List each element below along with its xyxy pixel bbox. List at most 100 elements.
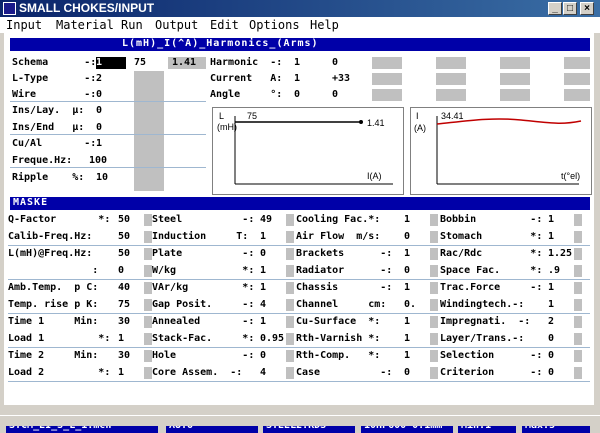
param-value-col-a[interactable]: 75 — [118, 299, 130, 311]
angle-value-1[interactable]: 0 — [294, 89, 300, 101]
divider — [8, 279, 590, 280]
title-bar[interactable]: SMALL CHOKES/INPUT _ □ × — [0, 0, 600, 17]
param-value-col-a[interactable]: 0 — [118, 265, 124, 277]
param-shade — [430, 282, 438, 294]
current-cell-3[interactable] — [372, 73, 402, 85]
taskbar — [0, 415, 600, 426]
param-value-col-d[interactable]: 0 — [548, 350, 554, 362]
param-shade — [286, 248, 294, 260]
param-value-col-b[interactable]: 1 — [260, 231, 266, 243]
app-window: SMALL CHOKES/INPUT _ □ × Input Material … — [0, 0, 600, 433]
frequency-value[interactable]: 100 — [89, 155, 107, 167]
param-value-col-a[interactable]: 30 — [118, 316, 130, 328]
param-value-col-c[interactable]: 0 — [404, 265, 410, 277]
param-value-col-d[interactable]: 1 — [548, 299, 554, 311]
ins-end-value[interactable]: 0 — [96, 122, 102, 134]
menu-run[interactable]: Run — [121, 18, 143, 32]
menu-material[interactable]: Material — [56, 18, 114, 32]
param-value-col-c[interactable]: 1 — [404, 214, 410, 226]
menu-edit[interactable]: Edit — [210, 18, 239, 32]
param-shade — [430, 248, 438, 260]
maximize-button[interactable]: □ — [563, 2, 577, 15]
param-value-col-a[interactable]: 30 — [118, 350, 130, 362]
schema-label: Schema -: — [12, 57, 97, 68]
wire-value[interactable]: 0 — [96, 89, 102, 101]
param-value-col-b[interactable]: 49 — [260, 214, 272, 226]
param-label-col-c: Rth-Comp. *: — [296, 350, 381, 361]
param-value-col-c[interactable]: 1 — [404, 282, 410, 294]
schema-field[interactable]: 1 — [96, 57, 126, 69]
param-value-col-b[interactable]: 1 — [260, 282, 266, 294]
current-value-1[interactable]: 1 — [294, 73, 300, 85]
schema-l-value[interactable]: 75 — [134, 57, 146, 69]
current-value-2[interactable]: +33 — [332, 73, 350, 85]
angle-value-2[interactable]: 0 — [332, 89, 338, 101]
angle-cell-6[interactable] — [564, 89, 590, 101]
param-value-col-d[interactable]: 2 — [548, 316, 554, 328]
param-value-col-d[interactable]: 1 — [548, 282, 554, 294]
param-value-col-b[interactable]: 4 — [260, 367, 266, 379]
param-value-col-b[interactable]: 1 — [260, 316, 266, 328]
param-value-col-c[interactable]: 1 — [404, 333, 410, 345]
harmonic-value-1[interactable]: 1 — [294, 57, 300, 69]
current-cell-5[interactable] — [500, 73, 530, 85]
param-value-col-c[interactable]: 1 — [404, 350, 410, 362]
close-button[interactable]: × — [580, 2, 594, 15]
menu-input[interactable]: Input — [6, 18, 42, 32]
param-value-col-d[interactable]: .9 — [548, 265, 560, 277]
param-value-col-b[interactable]: 1 — [260, 265, 266, 277]
harmonic-cell-6[interactable] — [564, 57, 590, 69]
maske-band: MASKE — [10, 197, 590, 210]
param-label-col-b: Core Assem. -: — [152, 367, 243, 378]
param-value-col-a[interactable]: 1 — [118, 333, 124, 345]
schema-value: 1 — [96, 57, 103, 68]
cu-al-value[interactable]: 1 — [96, 138, 102, 150]
param-value-col-d[interactable]: 0 — [548, 367, 554, 379]
harmonic-cell-5[interactable] — [500, 57, 530, 69]
angle-label: Angle °: — [210, 89, 283, 100]
param-value-col-a[interactable]: 50 — [118, 231, 130, 243]
harmonic-cell-4[interactable] — [436, 57, 466, 69]
harmonic-value-2[interactable]: 0 — [332, 57, 338, 69]
param-shade — [286, 316, 294, 328]
i-x-axis-label: t(°el) — [561, 171, 581, 181]
param-value-col-c[interactable]: 1 — [404, 248, 410, 260]
param-value-col-a[interactable]: 1 — [118, 367, 124, 379]
param-value-col-d[interactable]: 0 — [548, 333, 554, 345]
param-value-col-b[interactable]: 4 — [260, 299, 266, 311]
param-value-col-a[interactable]: 50 — [118, 214, 130, 226]
menu-options[interactable]: Options — [249, 18, 300, 32]
angle-cell-3[interactable] — [372, 89, 402, 101]
angle-cell-5[interactable] — [500, 89, 530, 101]
param-shade — [144, 333, 152, 345]
param-value-col-d[interactable]: 1 — [548, 231, 554, 243]
schema-i-field[interactable]: 1.41 — [168, 57, 206, 69]
ins-lay-value[interactable]: 0 — [96, 105, 102, 117]
harmonic-cell-3[interactable] — [372, 57, 402, 69]
param-value-col-a[interactable]: 50 — [118, 248, 130, 260]
param-value-col-d[interactable]: 1 — [548, 214, 554, 226]
maske-title: MASKE — [13, 197, 49, 208]
angle-cell-4[interactable] — [436, 89, 466, 101]
param-value-col-b[interactable]: 0.95 — [260, 333, 284, 345]
param-value-col-c[interactable]: 1 — [404, 316, 410, 328]
current-cell-4[interactable] — [436, 73, 466, 85]
param-value-col-d[interactable]: 1.25 — [548, 248, 572, 260]
param-value-col-c[interactable]: 0 — [404, 231, 410, 243]
menu-help[interactable]: Help — [310, 18, 339, 32]
param-shade — [430, 299, 438, 311]
l-start-value: 75 — [247, 111, 258, 121]
current-cell-6[interactable] — [564, 73, 590, 85]
param-value-col-a[interactable]: 40 — [118, 282, 130, 294]
param-value-col-c[interactable]: 0 — [404, 367, 410, 379]
minimize-button[interactable]: _ — [548, 2, 562, 15]
l-type-value[interactable]: 2 — [96, 73, 102, 85]
param-shade — [574, 316, 582, 328]
ripple-value[interactable]: 10 — [96, 172, 108, 184]
menu-output[interactable]: Output — [155, 18, 198, 32]
divider — [10, 167, 206, 168]
param-value-col-b[interactable]: 0 — [260, 248, 266, 260]
param-value-col-b[interactable]: 0 — [260, 350, 266, 362]
param-label-col-b: W/kg *: — [152, 265, 255, 276]
param-value-col-c[interactable]: 0. — [404, 299, 416, 311]
